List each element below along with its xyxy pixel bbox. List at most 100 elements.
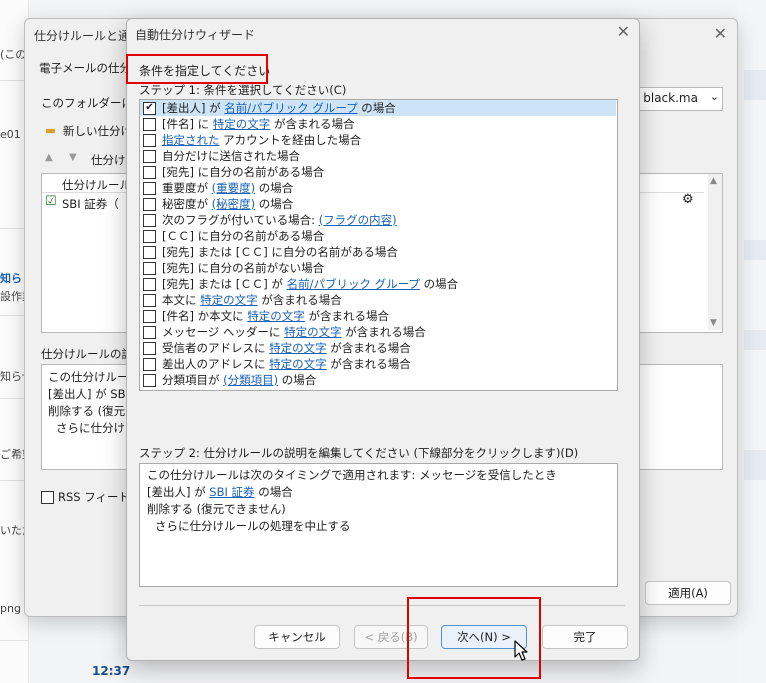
condition-checkbox[interactable] — [143, 373, 156, 387]
condition-value-link[interactable]: 名前/パブリック グループ — [224, 100, 357, 116]
condition-text: [件名] に — [162, 117, 213, 131]
condition-text: の場合 — [419, 277, 459, 291]
rule-settings-icon[interactable]: ⚙ — [682, 192, 694, 207]
condition-text: [件名] か本文に — [162, 309, 248, 323]
new-rule-icon: ▬ — [45, 123, 56, 137]
condition-text: [宛先] に自分の名前がある場合 — [162, 165, 325, 179]
condition-checkbox[interactable] — [143, 133, 156, 147]
condition-checkbox[interactable] — [143, 165, 156, 179]
condition-text: [差出人] が — [162, 101, 225, 115]
rules-list-scrollbar[interactable]: ▲ ▼ — [708, 174, 722, 330]
condition-item[interactable]: 差出人のアドレスに 特定の文字 が含まれる場合 — [140, 356, 616, 372]
chevron-down-icon: ⌄ — [709, 90, 719, 103]
move-up-icon[interactable]: ▲ — [45, 152, 53, 163]
condition-value-link[interactable]: 指定された — [162, 132, 220, 148]
condition-text: が含まれる場合 — [270, 117, 355, 131]
conditions-list[interactable]: ✔ [差出人] が 名前/パブリック グループ の場合 [件名] に 特定の文字 が… — [139, 99, 618, 391]
condition-value-link[interactable]: 特定の文字 — [269, 340, 327, 356]
desc-condition: [差出人] が SBI 証券 の場合 — [147, 484, 293, 500]
rule-description-editor[interactable]: この仕分けルールは次のタイミングで適用されます: メッセージを受信したとき [差… — [139, 463, 618, 587]
condition-value-link[interactable]: 特定の文字 — [213, 116, 271, 132]
condition-value-link[interactable]: 特定の文字 — [247, 308, 305, 324]
condition-item[interactable]: 指定された アカウントを経由した場合 — [140, 132, 616, 148]
condition-text: が含まれる場合 — [257, 293, 342, 307]
condition-item[interactable]: [宛先] に自分の名前がある場合 — [140, 164, 616, 180]
step2-label: ステップ 2: 仕分けルールの説明を編集してください (下線部分をクリックします… — [139, 446, 579, 460]
condition-item[interactable]: [宛先] または [ＣＣ] に自分の名前がある場合 — [140, 244, 616, 260]
sender-value-link[interactable]: SBI 証券 — [209, 485, 254, 499]
new-rule-button[interactable]: 新しい仕分け — [63, 123, 132, 139]
condition-text: [ＣＣ] に自分の名前がある場合 — [162, 229, 325, 243]
condition-checkbox[interactable] — [143, 325, 156, 339]
condition-text: の場合 — [255, 181, 294, 195]
desc-stop-processing: さらに仕分けルールの処理を中止する — [155, 519, 351, 533]
condition-value-link[interactable]: 特定の文字 — [269, 356, 327, 372]
condition-checkbox[interactable] — [143, 213, 156, 227]
condition-checkbox[interactable]: ✔ — [143, 101, 156, 115]
condition-item[interactable]: 次のフラグが付いている場合: (フラグの内容) — [140, 212, 616, 228]
condition-value-link[interactable]: 特定の文字 — [200, 292, 258, 308]
condition-text: [宛先] または [ＣＣ] に自分の名前がある場合 — [162, 245, 398, 259]
condition-value-link[interactable]: 名前/パブリック グループ — [287, 276, 420, 292]
scroll-down-icon[interactable]: ▼ — [710, 318, 717, 328]
condition-item[interactable]: 受信者のアドレスに 特定の文字 が含まれる場合 — [140, 340, 616, 356]
condition-item[interactable]: [宛先] に自分の名前がない場合 — [140, 260, 616, 276]
condition-checkbox[interactable] — [143, 117, 156, 131]
finish-button[interactable]: 完了 — [542, 625, 628, 649]
condition-checkbox[interactable] — [143, 149, 156, 163]
cancel-button[interactable]: キャンセル — [254, 625, 340, 649]
move-down-icon[interactable]: ▼ — [69, 152, 77, 163]
condition-item[interactable]: [件名] に 特定の文字 が含まれる場合 — [140, 116, 616, 132]
apply-button[interactable]: 適用(A) — [645, 581, 731, 605]
mail-time: 12:37 — [92, 664, 131, 678]
rule-desc-line: さらに仕分けル — [56, 421, 137, 435]
condition-text: 差出人のアドレスに — [162, 357, 270, 371]
close-icon[interactable]: ✕ — [714, 24, 727, 43]
condition-item[interactable]: 本文に 特定の文字 が含まれる場合 — [140, 292, 616, 308]
condition-checkbox[interactable] — [143, 197, 156, 211]
condition-item[interactable]: [ＣＣ] に自分の名前がある場合 — [140, 228, 616, 244]
condition-value-link[interactable]: (分類項目) — [223, 372, 278, 388]
wizard-title: 自動仕分けウィザード — [135, 28, 256, 42]
rules-wizard-dialog: 自動仕分けウィザード ✕ 条件を指定してください ステップ 1: 条件を選択して… — [126, 18, 640, 679]
scroll-up-icon[interactable]: ▲ — [710, 176, 717, 186]
reading-pane-strip — [738, 0, 766, 683]
condition-item[interactable]: 重要度が (重要度) の場合 — [140, 180, 616, 196]
condition-item[interactable]: メッセージ ヘッダーに 特定の文字 が含まれる場合 — [140, 324, 616, 340]
step1-label: ステップ 1: 条件を選択してください(C) — [139, 83, 347, 97]
condition-value-link[interactable]: 特定の文字 — [284, 324, 342, 340]
condition-text: 重要度が — [162, 181, 212, 195]
condition-value-link[interactable]: (重要度) — [212, 180, 255, 196]
condition-item[interactable]: 秘密度が (秘密度) の場合 — [140, 196, 616, 212]
email-rules-tab[interactable]: 電子メールの仕分 — [39, 60, 131, 76]
condition-value-link[interactable]: (秘密度) — [212, 196, 255, 212]
close-icon[interactable]: ✕ — [617, 22, 630, 41]
condition-checkbox[interactable] — [143, 341, 156, 355]
condition-checkbox[interactable] — [143, 357, 156, 371]
condition-checkbox[interactable] — [143, 261, 156, 275]
condition-text: 秘密度が — [162, 197, 212, 211]
rule-check-icon[interactable]: ☑ — [45, 194, 57, 209]
condition-value-link[interactable]: (フラグの内容) — [319, 212, 397, 228]
rule-description-label: 仕分けルールの説 — [41, 347, 133, 361]
mail-snippet: 知ら — [0, 272, 22, 285]
condition-item[interactable]: 分類項目が (分類項目) の場合 — [140, 372, 616, 388]
condition-checkbox[interactable] — [143, 229, 156, 243]
condition-text: が含まれる場合 — [326, 341, 411, 355]
condition-item[interactable]: [件名] か本文に 特定の文字 が含まれる場合 — [140, 308, 616, 324]
condition-item[interactable]: ✔ [差出人] が 名前/パブリック グループ の場合 — [140, 100, 616, 116]
condition-checkbox[interactable] — [143, 245, 156, 259]
condition-checkbox[interactable] — [143, 293, 156, 307]
mail-snippet: (この — [0, 48, 27, 61]
condition-checkbox[interactable] — [143, 181, 156, 195]
condition-text: 受信者のアドレスに — [162, 341, 270, 355]
rule-sort-label: 仕分け — [91, 153, 126, 167]
condition-checkbox[interactable] — [143, 277, 156, 291]
condition-item[interactable]: 自分だけに送信された場合 — [140, 148, 616, 164]
rule-desc-line: 削除する (復元 — [48, 404, 126, 418]
rule-column-header: 仕分けルール — [62, 178, 131, 192]
condition-item[interactable]: [宛先] または [ＣＣ] が 名前/パブリック グループ の場合 — [140, 276, 616, 292]
condition-text: [宛先] または [ＣＣ] が — [162, 277, 287, 291]
rule-item[interactable]: SBI 証券（ — [62, 196, 119, 212]
condition-checkbox[interactable] — [143, 309, 156, 323]
